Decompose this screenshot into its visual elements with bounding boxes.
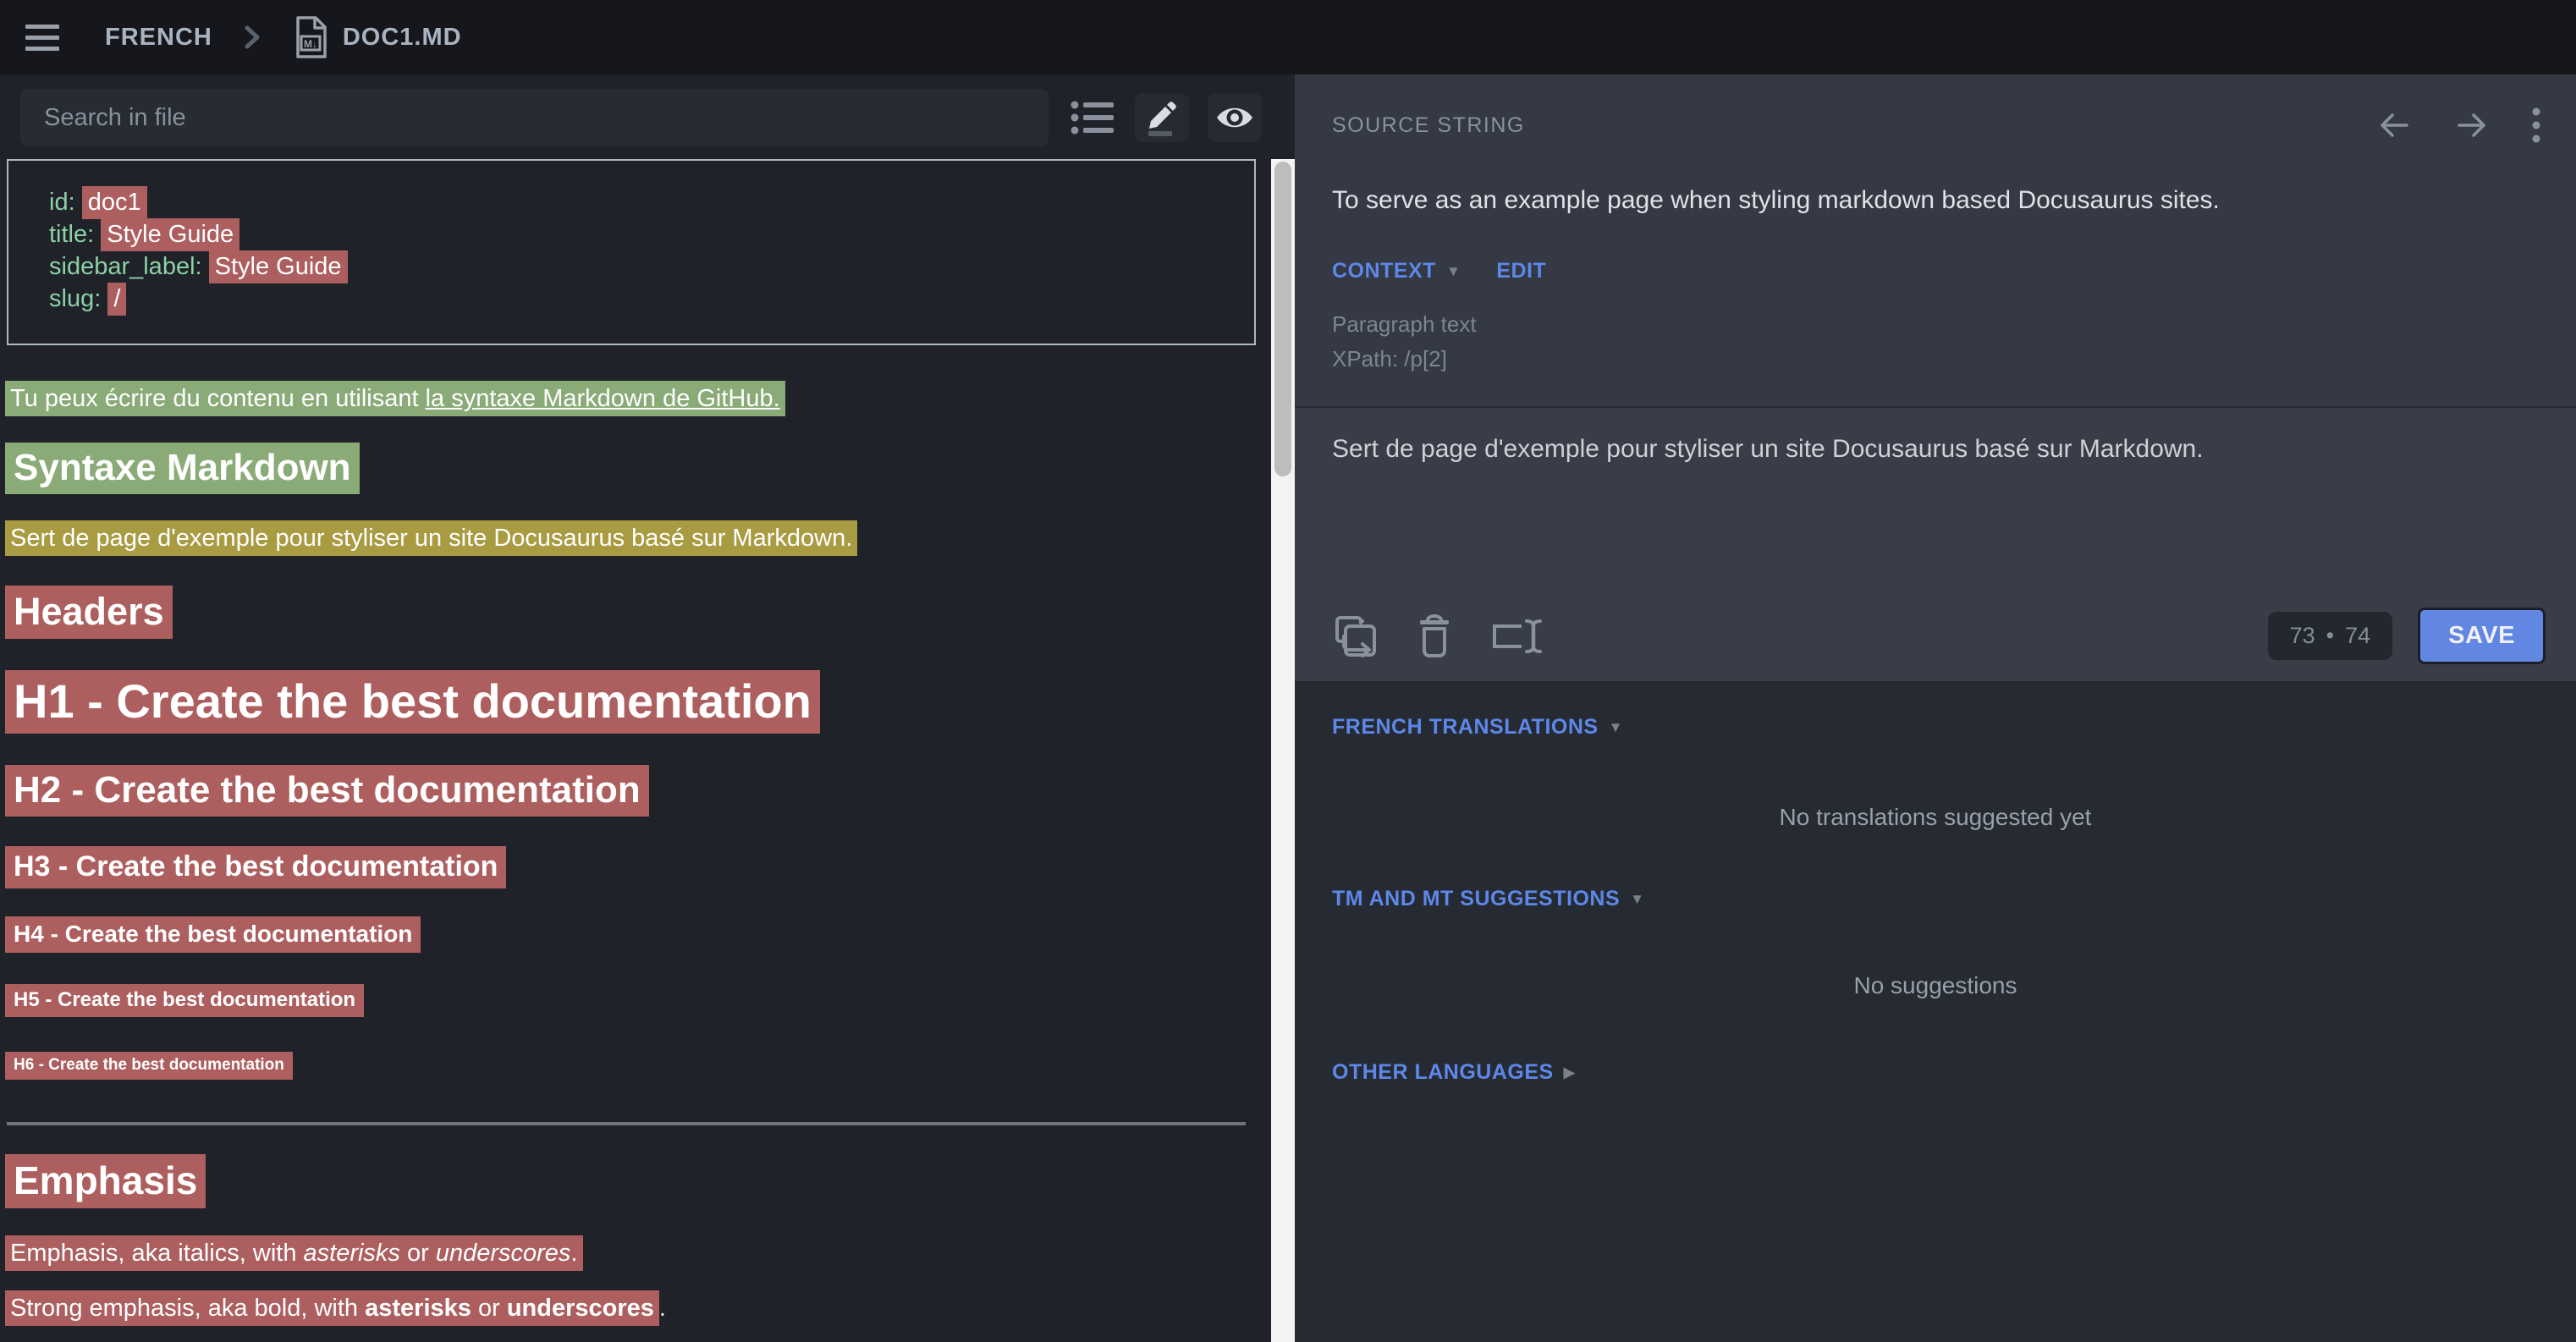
copy-source-icon	[1332, 613, 1379, 660]
untranslated-string[interactable]: H2 - Create the best documentation	[5, 765, 649, 817]
context-type: Paragraph text	[1332, 307, 2544, 342]
doc-heading-h2: Headers	[5, 590, 1278, 634]
svg-text:M↓: M↓	[304, 38, 317, 50]
breadcrumb-file-name[interactable]: DOC1.MD	[343, 24, 462, 52]
suggestions-empty-message: No suggestions	[1332, 972, 2539, 999]
frontmatter-line: id: doc1	[49, 186, 1237, 218]
doc-heading-h1: H1 - Create the best documentation	[5, 674, 1278, 729]
trash-icon	[1415, 613, 1454, 659]
character-counter: 73•74	[2268, 612, 2393, 660]
breadcrumb-project[interactable]: FRENCH	[105, 24, 212, 52]
main-area: id: doc1 title: Style Guide sidebar_labe…	[0, 74, 2576, 1342]
vertical-dots-icon	[2532, 107, 2540, 144]
untranslated-string[interactable]: H5 - Create the best documentation	[5, 984, 364, 1017]
frontmatter-line: sidebar_label: Style Guide	[49, 250, 1237, 283]
frontmatter-block: id: doc1 title: Style Guide sidebar_labe…	[7, 159, 1256, 345]
source-string[interactable]: Style Guide	[209, 250, 348, 283]
untranslated-string[interactable]: Emphasis	[5, 1154, 206, 1208]
untranslated-string[interactable]: H1 - Create the best documentation	[5, 670, 820, 734]
hamburger-menu-icon[interactable]	[25, 5, 90, 69]
untranslated-string[interactable]: Headers	[5, 586, 173, 639]
source-string-text: To serve as an example page when styling…	[1332, 186, 2544, 215]
frontmatter-line: title: Style Guide	[49, 218, 1237, 250]
doc-heading-h2: Emphasis	[5, 1158, 1278, 1203]
translation-editor-app: FRENCH M↓ DOC1.MD	[0, 0, 2576, 1342]
eye-icon	[1215, 103, 1254, 132]
translation-input-text[interactable]: Sert de page d'exemple pour styliser un …	[1332, 435, 2544, 464]
context-xpath: XPath: /p[2]	[1332, 342, 2544, 377]
previous-string-button[interactable]	[2376, 107, 2412, 143]
doc-heading-h3: H3 - Create the best documentation	[5, 850, 1278, 883]
scrollbar-thumb[interactable]	[1274, 162, 1291, 476]
other-languages-header[interactable]: OTHER LANGUAGES ▶	[1332, 1060, 2539, 1085]
paragraph: Strong emphasis, aka bold, with asterisk…	[5, 1294, 1278, 1323]
untranslated-string[interactable]: Emphasis, aka italics, with asterisks or…	[5, 1235, 583, 1271]
horizontal-rule	[7, 1122, 1246, 1125]
frontmatter-line: slug: /	[49, 283, 1237, 315]
source-string[interactable]: Style Guide	[101, 218, 239, 251]
clear-translation-button[interactable]	[1415, 613, 1454, 659]
doc-heading-h2: H2 - Create the best documentation	[5, 769, 1278, 811]
translations-empty-message: No translations suggested yet	[1332, 804, 2539, 831]
translation-section[interactable]: Sert de page d'exemple pour styliser un …	[1295, 406, 2576, 681]
file-toolbar	[0, 74, 1295, 146]
translate-mode-button[interactable]	[1135, 93, 1189, 142]
caret-down-icon: ▼	[1446, 263, 1461, 280]
string-list-view-button[interactable]	[1069, 92, 1116, 143]
next-string-button[interactable]	[2454, 107, 2490, 143]
editor-panel: SOURCE STRING	[1295, 74, 2576, 1342]
doc-heading-h4: H4 - Create the best documentation	[5, 921, 1278, 948]
doc-heading-h2: Syntaxe Markdown	[5, 447, 1278, 489]
file-preview-panel: id: doc1 title: Style Guide sidebar_labe…	[0, 74, 1295, 1342]
more-options-button[interactable]	[2532, 107, 2540, 144]
source-string[interactable]: doc1	[82, 186, 147, 219]
markdown-file-icon: M↓	[292, 15, 329, 59]
paragraph: Sert de page d'exemple pour styliser un …	[5, 524, 1278, 553]
tm-mt-suggestions-header[interactable]: TM AND MT SUGGESTIONS ▼	[1332, 887, 2539, 911]
suggestions-section: FRENCH TRANSLATIONS ▼ No translations su…	[1295, 681, 2576, 1342]
context-toggle[interactable]: CONTEXT	[1332, 259, 1436, 283]
caret-right-icon: ▶	[1564, 1064, 1576, 1081]
document-content: id: doc1 title: Style Guide sidebar_labe…	[0, 146, 1295, 1323]
top-bar: FRENCH M↓ DOC1.MD	[0, 0, 2576, 74]
source-string-section: SOURCE STRING	[1295, 74, 2576, 406]
source-string[interactable]: /	[107, 283, 126, 316]
source-string-label: SOURCE STRING	[1332, 113, 1525, 138]
untranslated-string[interactable]: Strong emphasis, aka bold, with asterisk…	[5, 1290, 659, 1326]
preview-mode-button[interactable]	[1208, 93, 1262, 142]
doc-link[interactable]: la syntaxe Markdown de GitHub.	[426, 385, 780, 412]
untranslated-string[interactable]: H6 - Create the best documentation	[5, 1052, 293, 1080]
preview-scrollbar[interactable]	[1271, 159, 1295, 1342]
selected-string[interactable]: Sert de page d'exemple pour styliser un …	[5, 520, 857, 556]
translated-string[interactable]: Tu peux écrire du contenu en utilisant l…	[5, 381, 785, 416]
arrow-left-icon	[2376, 107, 2412, 143]
edit-context-link[interactable]: EDIT	[1496, 259, 1546, 283]
save-button[interactable]: SAVE	[2418, 608, 2546, 664]
french-translations-header[interactable]: FRENCH TRANSLATIONS ▼	[1332, 715, 2539, 740]
doc-heading-h6: H6 - Create the best documentation	[5, 1056, 1278, 1075]
select-text-button[interactable]	[1489, 614, 1542, 658]
search-input[interactable]	[20, 89, 1049, 146]
copy-source-button[interactable]	[1332, 613, 1379, 660]
untranslated-string[interactable]: H4 - Create the best documentation	[5, 916, 421, 953]
breadcrumb-file[interactable]: M↓ DOC1.MD	[292, 15, 462, 59]
caret-down-icon: ▼	[1609, 719, 1623, 736]
arrow-right-icon	[2454, 107, 2490, 143]
caret-down-icon: ▼	[1630, 891, 1644, 908]
untranslated-string[interactable]: H3 - Create the best documentation	[5, 846, 506, 888]
pencil-edit-icon	[1144, 99, 1180, 136]
doc-heading-h5: H5 - Create the best documentation	[5, 988, 1278, 1012]
paragraph: Emphasis, aka italics, with asterisks or…	[5, 1239, 1278, 1268]
paragraph: Tu peux écrire du contenu en utilisant l…	[5, 384, 1278, 413]
breadcrumb-chevron-icon	[239, 23, 265, 52]
counter-bullet: •	[2326, 623, 2334, 649]
text-cursor-icon	[1489, 614, 1542, 658]
list-icon	[1071, 99, 1115, 136]
translated-string[interactable]: Syntaxe Markdown	[5, 443, 360, 494]
